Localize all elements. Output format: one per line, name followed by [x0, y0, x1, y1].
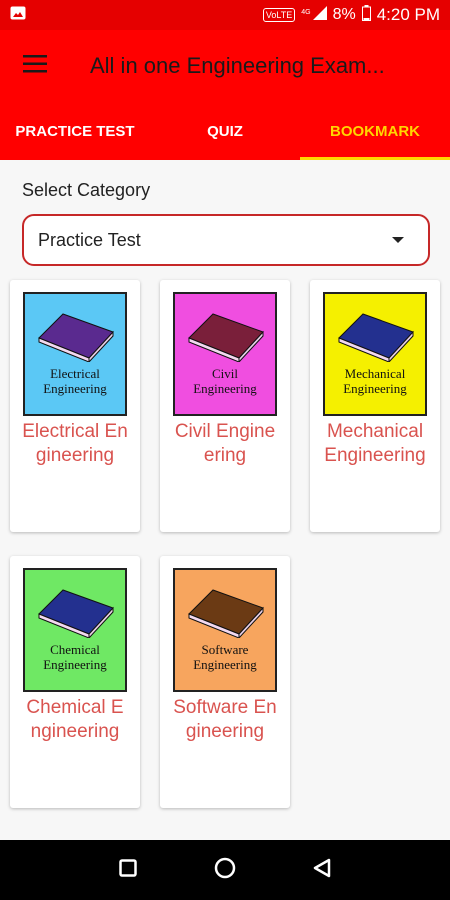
square-icon [119, 858, 138, 882]
electrical-engineering-thumbnail: Electrical Engineering [23, 292, 127, 416]
home-button[interactable] [205, 850, 245, 890]
card-electrical-engineering[interactable]: Electrical Engineering Electrical Enginee… [10, 280, 140, 532]
civil-engineering-thumbnail: Civil Engineering [173, 292, 277, 416]
book-icon [188, 313, 264, 362]
book-icon [188, 589, 264, 638]
card-chemical-engineering[interactable]: Chemical Engineering Chemical Engineering [10, 556, 140, 808]
app-bar: All in one Engineering Exam... [0, 30, 450, 102]
tab-practice-test[interactable]: PRACTICE TEST [0, 102, 150, 160]
card-title: Electrical Engineering [22, 421, 128, 466]
category-selected-value: Practice Test [38, 229, 141, 250]
clock: 4:20 PM [376, 5, 440, 24]
thumbnail-text: Electrical Engineering [43, 366, 107, 396]
book-icon [38, 313, 114, 362]
battery-percent: 8% [332, 6, 356, 23]
card-title: Mechanical Engineering [324, 421, 426, 466]
triangle-back-icon [313, 858, 331, 883]
tab-quiz[interactable]: QUIZ [150, 102, 300, 160]
software-engineering-thumbnail: Software Engineering [173, 568, 277, 692]
status-bar: VoLTE 4G 8% 4:20 PM [0, 0, 450, 30]
category-label: Select Category [22, 180, 151, 200]
tab-bar: PRACTICE TEST QUIZ BOOKMARK [0, 102, 450, 160]
book-icon [38, 589, 114, 638]
tab-bookmark[interactable]: BOOKMARK [300, 102, 450, 160]
circle-icon [214, 857, 236, 884]
thumbnail-text: Civil Engineering [193, 366, 257, 396]
recents-button[interactable] [108, 850, 148, 890]
category-dropdown[interactable]: Practice Test [22, 214, 430, 266]
mechanical-engineering-thumbnail: Mechanical Engineering [323, 292, 427, 416]
back-button[interactable] [302, 850, 342, 890]
network-type: 4G [301, 8, 311, 16]
hamburger-menu-icon [23, 54, 47, 78]
card-title: Civil Engineering [174, 421, 276, 466]
card-mechanical-engineering[interactable]: Mechanical Engineering Mechanical Enginee… [310, 280, 440, 532]
battery-icon [361, 4, 371, 26]
volte-badge: VoLTE [262, 8, 296, 22]
signal-icon [312, 5, 327, 25]
menu-button[interactable] [0, 30, 70, 102]
chemical-engineering-thumbnail: Chemical Engineering [23, 568, 127, 692]
dropdown-arrow-icon [392, 237, 404, 243]
thumbnail-text: Chemical Engineering [43, 642, 107, 672]
card-title: Software Engineering [173, 697, 277, 742]
book-icon [338, 313, 414, 362]
image-notification-icon [10, 6, 26, 25]
card-civil-engineering[interactable]: Civil Engineering Civil Engineering [160, 280, 290, 532]
app-title: All in one Engineering Exam... [90, 53, 385, 78]
thumbnail-text: Mechanical Engineering [343, 366, 407, 396]
system-nav-bar [0, 840, 450, 900]
card-software-engineering[interactable]: Software Engineering Software Engineering [160, 556, 290, 808]
thumbnail-text: Software Engineering [193, 642, 257, 672]
card-title: Chemical Engineering [26, 697, 124, 742]
